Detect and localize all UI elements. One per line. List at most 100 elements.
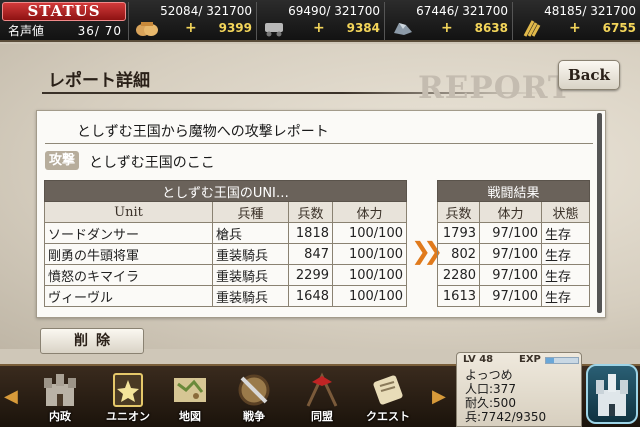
iron-ore-icon [394, 23, 412, 35]
column-header: Unit [44, 201, 213, 223]
result-table-caption: 戦闘結果 [437, 180, 590, 202]
column-header: 状態 [541, 201, 590, 223]
resource-stone: 69490/ 321700 + 9384 [256, 2, 382, 40]
nav-label: 地図 [179, 410, 201, 423]
report-panel: としずむ王国から魔物への攻撃レポート 攻撃 としずむ王国のここ としずむ王国のU… [36, 110, 606, 318]
unit-hp: 100/100 [332, 285, 407, 307]
nav-left-arrow-icon[interactable]: ◀ [4, 386, 18, 407]
resource-amount: 52084/ 321700 [160, 4, 252, 18]
resource-amount: 48185/ 321700 [544, 4, 636, 18]
castle-icon [44, 374, 76, 406]
shield-sword-icon [238, 374, 270, 406]
status-bar: STATUS 名声値 36/ 70 52084/ 321700 + 9399 6… [0, 0, 640, 42]
nav-item-map[interactable]: 地図 [160, 368, 220, 426]
resource-plus: + [313, 20, 325, 36]
unit-count: 1648 [288, 285, 333, 307]
wheat-icon [523, 20, 541, 37]
resource-grain: 48185/ 321700 + 6755 [512, 2, 638, 40]
table-row: 2280 97/100 生存 [437, 264, 590, 286]
resource-amount: 67446/ 321700 [416, 4, 508, 18]
unit-type: 重装騎兵 [212, 285, 289, 307]
table-row: 1613 97/100 生存 [437, 285, 590, 307]
nav-item-quest[interactable]: クエスト [358, 368, 418, 426]
fame-display: 名声値 36/ 70 [2, 23, 126, 40]
unit-name: ソードダンサー [44, 222, 213, 244]
player-durability: 耐久:500 [465, 396, 516, 410]
unit-type: 重装騎兵 [212, 264, 289, 286]
union-card-icon [113, 373, 143, 407]
nav-label: ユニオン [106, 410, 150, 423]
resource-food: 52084/ 321700 + 9399 [128, 2, 254, 40]
unit-type: 重装騎兵 [212, 243, 289, 265]
title-bar: レポート詳細 REPORT [14, 60, 571, 106]
nav-label: 同盟 [311, 410, 333, 423]
result-count: 802 [437, 243, 480, 265]
nav-item-domestic[interactable]: 内政 [30, 368, 90, 426]
unit-name: ヴィーヴル [44, 285, 213, 307]
nav-item-war[interactable]: 戦争 [224, 368, 284, 426]
result-hp: 97/100 [479, 222, 542, 244]
table-row: 剛勇の牛頭将軍 重装騎兵 847 100/100 [44, 243, 407, 265]
table-row: 802 97/100 生存 [437, 243, 590, 265]
unit-count: 847 [288, 243, 333, 265]
result-hp: 97/100 [479, 285, 542, 307]
resource-plus: + [441, 20, 453, 36]
player-population: 人口:377 [465, 382, 516, 396]
unit-count: 2299 [288, 264, 333, 286]
rice-bag-icon [136, 22, 158, 36]
column-header: 兵数 [437, 201, 480, 223]
player-info: LV 48 EXP よっつめ 人口:377 耐久:500 兵:7742/9350 [456, 352, 582, 427]
unit-table: としずむ王国のUNI… Unit 兵種 兵数 体力 ソードダンサー 槍兵 181… [44, 180, 407, 307]
resource-rate: 9384 [346, 21, 380, 35]
nav-item-alliance[interactable]: 同盟 [292, 368, 352, 426]
column-header: 兵種 [212, 201, 289, 223]
result-state: 生存 [541, 222, 590, 244]
attack-target: としずむ王国のここ [89, 155, 215, 171]
result-count: 1793 [437, 222, 480, 244]
double-chevron-right-icon: ❯❯ [411, 237, 443, 265]
exp-label: EXP [519, 354, 541, 365]
page-title: レポート詳細 [48, 71, 150, 91]
back-button[interactable]: Back [558, 60, 620, 90]
fame-label: 名声値 [8, 24, 45, 38]
fame-value: 36/ 70 [77, 24, 122, 38]
resource-rate: 9399 [218, 21, 252, 35]
nav-item-union[interactable]: ユニオン [98, 368, 158, 426]
report-detail-window: レポート詳細 REPORT Back としずむ王国から魔物への攻撃レポート 攻撃… [0, 44, 640, 349]
nav-label: 内政 [49, 410, 71, 423]
unit-hp: 100/100 [332, 222, 407, 244]
resource-rate: 6755 [602, 21, 636, 35]
exp-fill [546, 358, 554, 363]
nav-label: クエスト [366, 410, 410, 423]
nav-right-arrow-icon[interactable]: ▶ [432, 386, 446, 407]
unit-name: 剛勇の牛頭将軍 [44, 243, 213, 265]
resource-plus: + [569, 20, 581, 36]
resource-plus: + [185, 20, 197, 36]
map-scroll-icon [174, 378, 206, 402]
result-hp: 97/100 [479, 243, 542, 265]
status-button[interactable]: STATUS [2, 2, 126, 21]
result-state: 生存 [541, 243, 590, 265]
report-divider [45, 143, 593, 144]
scrollbar[interactable] [597, 113, 602, 313]
resource-iron: 67446/ 321700 + 8638 [384, 2, 510, 40]
column-header: 体力 [479, 201, 542, 223]
battle-result-table: 戦闘結果 兵数 体力 状態 1793 97/100 生存 802 97/100 … [437, 180, 590, 307]
result-state: 生存 [541, 264, 590, 286]
castle-home-icon [596, 374, 628, 416]
delete-button[interactable]: 削除 [40, 328, 144, 354]
player-name: よっつめ [465, 368, 513, 382]
report-title: としずむ王国から魔物への攻撃レポート [77, 124, 329, 140]
exp-bar [545, 357, 579, 364]
resource-rate: 8638 [474, 21, 508, 35]
resource-amount: 69490/ 321700 [288, 4, 380, 18]
level-row: LV 48 EXP [461, 354, 581, 368]
table-row: ヴィーヴル 重装騎兵 1648 100/100 [44, 285, 407, 307]
home-castle-button[interactable] [586, 364, 638, 424]
unit-count: 1818 [288, 222, 333, 244]
player-troops: 兵:7742/9350 [465, 410, 547, 424]
player-stats: よっつめ 人口:377 耐久:500 兵:7742/9350 [465, 368, 546, 424]
result-state: 生存 [541, 285, 590, 307]
level-label: LV 48 [463, 354, 494, 365]
result-count: 2280 [437, 264, 480, 286]
